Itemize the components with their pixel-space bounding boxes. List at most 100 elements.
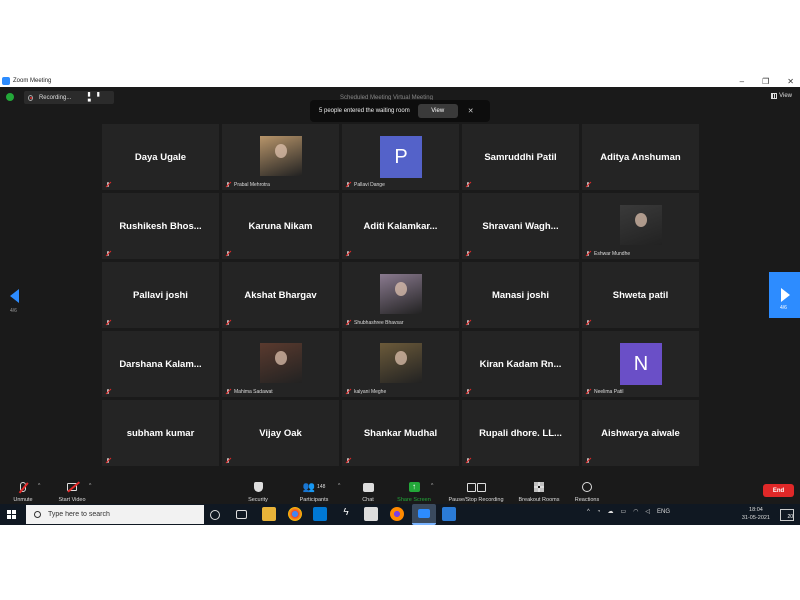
participant-tile[interactable]: Shweta patil: [582, 262, 699, 328]
chat-label: Chat: [362, 497, 374, 503]
tray-overflow-icon[interactable]: ^: [587, 509, 590, 515]
breakout-rooms-button[interactable]: Breakout Rooms: [515, 480, 563, 503]
video-options-caret[interactable]: ^: [89, 483, 91, 489]
start-video-label: Start Video: [58, 497, 86, 503]
language-indicator[interactable]: ENG: [657, 509, 670, 515]
participant-tile[interactable]: Aditi Kalamkar...: [342, 193, 459, 259]
reactions-button[interactable]: Reactions: [571, 480, 603, 503]
meeting-toolbar: Unmute ^ Start Video ^ Security 👥 148 Par…: [0, 477, 800, 507]
participant-tile[interactable]: Shravani Wagh...: [462, 193, 579, 259]
taskbar-search-box[interactable]: [26, 505, 204, 524]
participant-tile[interactable]: Karuna Nikam: [222, 193, 339, 259]
recording-controls[interactable]: ▮▮ ■: [87, 91, 114, 104]
share-screen-button[interactable]: ↑ Share Screen: [392, 480, 436, 503]
chrome-icon[interactable]: [288, 507, 302, 521]
participant-photo: [260, 343, 302, 383]
next-page-button[interactable]: 4/6: [769, 272, 800, 318]
participant-tile[interactable]: Mahima Sadawat: [222, 331, 339, 397]
participant-name: Aishwarya aiwale: [601, 428, 680, 439]
participant-tile[interactable]: Aditya Anshuman: [582, 124, 699, 190]
participant-tile[interactable]: Samruddhi Patil: [462, 124, 579, 190]
volume-icon[interactable]: ◁: [645, 508, 650, 515]
participant-tile[interactable]: Kiran Kadam Rn...: [462, 331, 579, 397]
view-button[interactable]: View: [771, 93, 792, 99]
photos-icon[interactable]: [442, 507, 456, 521]
participant-tile[interactable]: Shankar Mudhal: [342, 400, 459, 466]
participant-tile[interactable]: Darshana Kalam...: [102, 331, 219, 397]
security-button[interactable]: Security: [242, 480, 274, 503]
grid-icon: [771, 93, 778, 99]
participants-button[interactable]: 👥 148 Participants: [294, 480, 334, 504]
muted-mic-icon: [465, 251, 471, 257]
reactions-label: Reactions: [574, 497, 600, 503]
participant-tile[interactable]: Akshat Bhargav: [222, 262, 339, 328]
chat-button[interactable]: Chat: [356, 480, 380, 503]
minimize-button[interactable]: –: [740, 77, 744, 86]
wifi-icon[interactable]: ◠: [633, 508, 638, 515]
gallery-view: Daya Ugale Prabal Mehrotra P Pallavi Dange S…: [102, 124, 699, 466]
close-notification-button[interactable]: ✕: [468, 107, 474, 115]
waiting-room-view-button[interactable]: View: [417, 104, 458, 118]
participant-name: Shweta patil: [612, 290, 669, 301]
cortana-icon[interactable]: [210, 510, 220, 520]
notification-center-button[interactable]: 20: [780, 509, 794, 521]
lightning-app-icon[interactable]: ϟ: [339, 507, 353, 521]
breakout-rooms-label: Breakout Rooms: [518, 497, 560, 503]
task-view-icon[interactable]: [236, 510, 247, 519]
participant-tile[interactable]: N Neelima Patil: [582, 331, 699, 397]
view-label: View: [779, 93, 792, 99]
network-icon[interactable]: ◔: [597, 509, 601, 515]
share-options-caret[interactable]: ^: [431, 483, 433, 489]
participant-tile[interactable]: Eshwar Mundhe: [582, 193, 699, 259]
battery-icon[interactable]: ▭: [620, 508, 626, 515]
muted-mic-icon: [345, 251, 351, 257]
participants-options-caret[interactable]: ^: [338, 483, 340, 489]
firefox-icon[interactable]: [390, 507, 404, 521]
muted-mic-icon: [465, 389, 471, 395]
mail-icon[interactable]: [313, 507, 327, 521]
participant-tile[interactable]: subham kumar: [102, 400, 219, 466]
participant-tile[interactable]: kalyani Meghe: [342, 331, 459, 397]
participant-name: Vijay Oak: [259, 428, 302, 439]
participant-tile[interactable]: Prabal Mehrotra: [222, 124, 339, 190]
participant-tile[interactable]: Daya Ugale: [102, 124, 219, 190]
participant-name: Daya Ugale: [134, 152, 187, 163]
participant-tile[interactable]: P Pallavi Dange: [342, 124, 459, 190]
taskbar-clock[interactable]: 18:04 31-05-2021: [742, 506, 770, 522]
zoom-taskbar-button[interactable]: [412, 504, 436, 525]
recording-icon: [28, 94, 33, 101]
taskbar-search-input[interactable]: [48, 511, 188, 518]
maximize-button[interactable]: ❐: [762, 77, 769, 86]
share-screen-label: Share Screen: [397, 497, 431, 503]
participant-tile[interactable]: Aishwarya aiwale: [582, 400, 699, 466]
start-video-button[interactable]: Start Video: [52, 480, 92, 503]
participant-tile[interactable]: Vijay Oak: [222, 400, 339, 466]
encryption-shield-icon[interactable]: [6, 93, 14, 101]
windows-taskbar: ϟ ^ ◔ ☁ ▭ ◠ ◁ ENG 18:04 31-05-2021 20: [0, 504, 800, 525]
notification-count: 20: [787, 514, 793, 520]
cloud-icon[interactable]: ☁: [607, 508, 613, 515]
participant-tile[interactable]: Shubhashree Bhavsar: [342, 262, 459, 328]
person-silhouette-icon: [275, 351, 287, 365]
participants-icon: 👥: [302, 481, 316, 493]
participant-tile[interactable]: Rushikesh Bhos...: [102, 193, 219, 259]
unmute-button[interactable]: Unmute: [8, 480, 38, 503]
participant-tile[interactable]: Manasi joshi: [462, 262, 579, 328]
end-meeting-button[interactable]: End: [763, 484, 794, 497]
waiting-room-message: 5 people entered the waiting room: [319, 108, 410, 114]
participant-count: 148: [317, 484, 326, 490]
next-page-number: 4/6: [780, 305, 787, 311]
muted-mic-icon: [20, 482, 26, 492]
participant-name: Mahima Sadawat: [234, 389, 273, 395]
search-icon: [34, 511, 41, 518]
store-icon[interactable]: [364, 507, 378, 521]
file-explorer-icon[interactable]: [262, 507, 276, 521]
windows-start-icon[interactable]: [7, 510, 16, 519]
participant-tile[interactable]: Pallavi joshi: [102, 262, 219, 328]
window-title-bar: Zoom Meeting – ❐ ✕: [0, 75, 800, 87]
audio-options-caret[interactable]: ^: [38, 483, 40, 489]
pause-stop-recording-button[interactable]: Pause/Stop Recording: [443, 480, 509, 503]
close-window-button[interactable]: ✕: [787, 77, 794, 86]
participant-tile[interactable]: Rupali dhore. LL...: [462, 400, 579, 466]
previous-page-button[interactable]: 4/6: [6, 287, 22, 323]
